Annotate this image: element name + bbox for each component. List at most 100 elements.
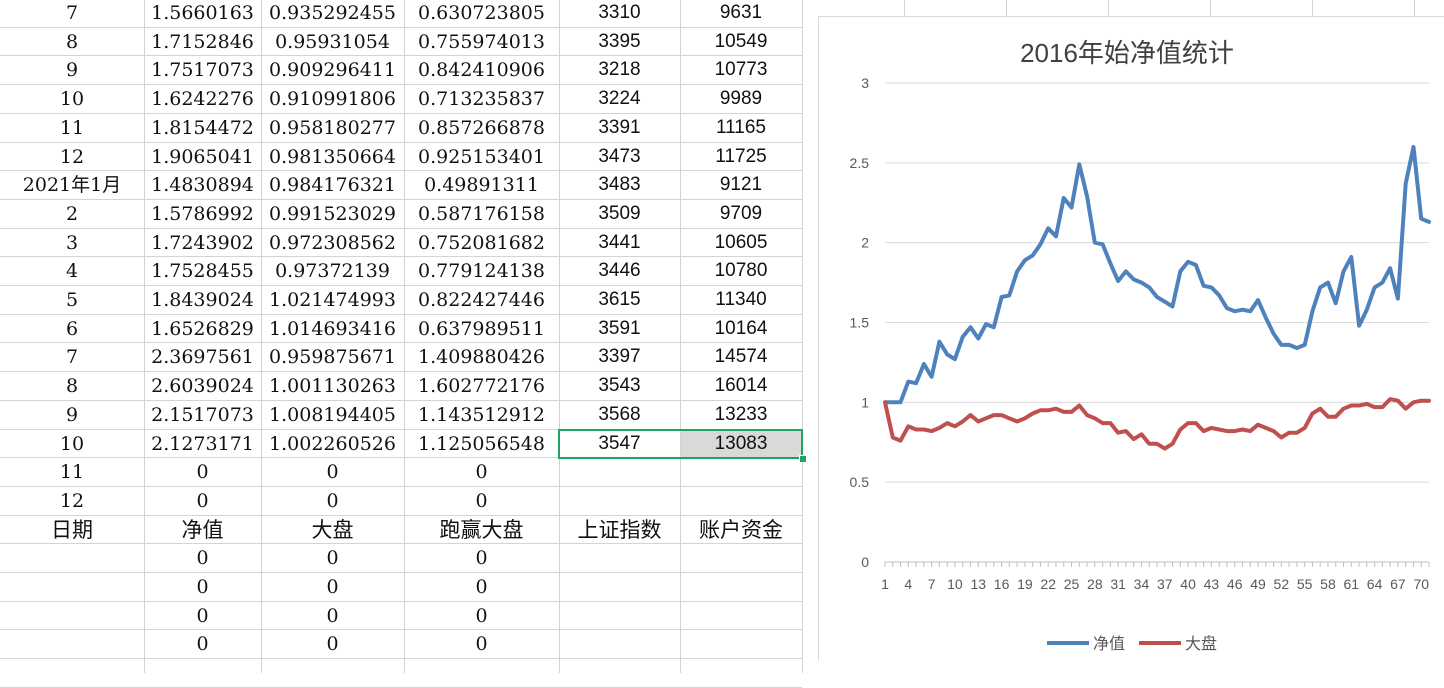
column-header-cell[interactable]: 账户资金 bbox=[680, 516, 802, 545]
table-cell[interactable]: 11340 bbox=[680, 286, 802, 315]
table-cell[interactable]: 0.95931054 bbox=[261, 28, 404, 57]
table-cell[interactable]: 14574 bbox=[680, 343, 802, 372]
table-cell[interactable]: 11725 bbox=[680, 143, 802, 172]
table-cell[interactable]: 1.8439024 bbox=[144, 286, 261, 315]
table-cell[interactable]: 3473 bbox=[559, 143, 680, 172]
table-cell[interactable]: 1.9065041 bbox=[144, 143, 261, 172]
table-cell[interactable]: 0 bbox=[144, 487, 261, 516]
table-cell[interactable]: 0.909296411 bbox=[261, 56, 404, 85]
table-cell[interactable]: 1.4830894 bbox=[144, 171, 261, 200]
table-cell[interactable]: 3568 bbox=[559, 401, 680, 430]
table-cell[interactable]: 0 bbox=[261, 544, 404, 573]
table-cell[interactable]: 9 bbox=[0, 56, 144, 85]
table-cell[interactable] bbox=[0, 544, 144, 573]
table-cell[interactable] bbox=[559, 544, 680, 573]
table-cell[interactable]: 10605 bbox=[680, 229, 802, 258]
table-cell[interactable]: 3543 bbox=[559, 372, 680, 401]
table-cell[interactable] bbox=[680, 487, 802, 516]
table-cell[interactable]: 0 bbox=[404, 487, 559, 516]
table-cell[interactable]: 6 bbox=[0, 315, 144, 344]
table-cell[interactable]: 3218 bbox=[559, 56, 680, 85]
table-cell[interactable]: 0.857266878 bbox=[404, 114, 559, 143]
table-cell[interactable]: 0.958180277 bbox=[261, 114, 404, 143]
table-cell[interactable]: 3509 bbox=[559, 200, 680, 229]
table-cell[interactable]: 3310 bbox=[559, 0, 680, 28]
table-cell[interactable]: 0.935292455 bbox=[261, 0, 404, 28]
table-cell[interactable] bbox=[559, 458, 680, 487]
fill-handle[interactable] bbox=[799, 455, 807, 464]
table-cell[interactable]: 1.7528455 bbox=[144, 257, 261, 286]
table-cell[interactable]: 1.143512912 bbox=[404, 401, 559, 430]
table-cell[interactable]: 0 bbox=[404, 458, 559, 487]
table-cell[interactable]: 12 bbox=[0, 143, 144, 172]
table-cell[interactable]: 16014 bbox=[680, 372, 802, 401]
table-cell[interactable]: 1.5786992 bbox=[144, 200, 261, 229]
chart-object[interactable]: 2016年始净值统计 0 0.5 1 1.5 2 2.5 3 1 4 7 10 13 16 19 22 25 28… bbox=[818, 16, 1444, 661]
table-cell[interactable]: 11 bbox=[0, 458, 144, 487]
table-cell[interactable]: 11 bbox=[0, 114, 144, 143]
table-cell[interactable]: 1.6526829 bbox=[144, 315, 261, 344]
table-cell[interactable]: 0 bbox=[144, 544, 261, 573]
table-cell[interactable]: 9 bbox=[0, 401, 144, 430]
table-cell[interactable]: 0 bbox=[144, 630, 261, 659]
table-cell[interactable]: 0.779124138 bbox=[404, 257, 559, 286]
table-cell[interactable]: 3483 bbox=[559, 171, 680, 200]
table-cell[interactable]: 10164 bbox=[680, 315, 802, 344]
table-cell[interactable]: 0.959875671 bbox=[261, 343, 404, 372]
table-cell[interactable]: 1.7243902 bbox=[144, 229, 261, 258]
column-header-cell[interactable]: 大盘 bbox=[261, 516, 404, 545]
column-header-cell[interactable]: 跑赢大盘 bbox=[404, 516, 559, 545]
table-cell[interactable]: 2.1517073 bbox=[144, 401, 261, 430]
table-cell[interactable]: 9989 bbox=[680, 85, 802, 114]
table-cell[interactable] bbox=[680, 458, 802, 487]
table-cell[interactable]: 2 bbox=[0, 200, 144, 229]
table-cell[interactable]: 0.925153401 bbox=[404, 143, 559, 172]
table-cell[interactable]: 3615 bbox=[559, 286, 680, 315]
table-cell[interactable]: 0.49891311 bbox=[404, 171, 559, 200]
column-header-cell[interactable]: 日期 bbox=[0, 516, 144, 545]
table-cell[interactable]: 2021年1月 bbox=[0, 171, 144, 200]
table-cell[interactable]: 3591 bbox=[559, 315, 680, 344]
table-cell[interactable]: 0 bbox=[261, 602, 404, 631]
table-cell[interactable]: 3441 bbox=[559, 229, 680, 258]
table-cell[interactable]: 11165 bbox=[680, 114, 802, 143]
table-cell[interactable]: 10549 bbox=[680, 28, 802, 57]
table-cell[interactable]: 1.6242276 bbox=[144, 85, 261, 114]
table-cell[interactable]: 0.752081682 bbox=[404, 229, 559, 258]
table-cell[interactable] bbox=[680, 573, 802, 602]
table-cell[interactable]: 1.008194405 bbox=[261, 401, 404, 430]
table-cell[interactable]: 0.822427446 bbox=[404, 286, 559, 315]
table-cell[interactable] bbox=[0, 573, 144, 602]
table-cell[interactable]: 1.014693416 bbox=[261, 315, 404, 344]
table-cell[interactable]: 0.637989511 bbox=[404, 315, 559, 344]
table-cell[interactable]: 8 bbox=[0, 372, 144, 401]
table-cell[interactable]: 0.984176321 bbox=[261, 171, 404, 200]
table-cell[interactable]: 0 bbox=[404, 602, 559, 631]
table-cell[interactable]: 0.97372139 bbox=[261, 257, 404, 286]
table-cell[interactable]: 1.7152846 bbox=[144, 28, 261, 57]
table-cell[interactable]: 0.981350664 bbox=[261, 143, 404, 172]
table-cell[interactable]: 1.021474993 bbox=[261, 286, 404, 315]
table-cell[interactable] bbox=[680, 602, 802, 631]
table-cell[interactable]: 0.910991806 bbox=[261, 85, 404, 114]
table-cell[interactable]: 2.3697561 bbox=[144, 343, 261, 372]
table-cell[interactable]: 9631 bbox=[680, 0, 802, 28]
table-cell[interactable]: 3391 bbox=[559, 114, 680, 143]
table-cell[interactable]: 0.842410906 bbox=[404, 56, 559, 85]
table-cell[interactable] bbox=[0, 630, 144, 659]
table-cell[interactable]: 0.587176158 bbox=[404, 200, 559, 229]
table-cell[interactable]: 0 bbox=[261, 573, 404, 602]
table-cell[interactable]: 1.602772176 bbox=[404, 372, 559, 401]
table-cell[interactable] bbox=[559, 573, 680, 602]
table-cell[interactable]: 12 bbox=[0, 487, 144, 516]
table-cell[interactable]: 1.7517073 bbox=[144, 56, 261, 85]
table-cell[interactable]: 10780 bbox=[680, 257, 802, 286]
table-cell[interactable]: 0 bbox=[404, 573, 559, 602]
table-cell[interactable]: 1.002260526 bbox=[261, 430, 404, 459]
table-cell[interactable]: 1.5660163 bbox=[144, 0, 261, 28]
table-cell[interactable]: 0 bbox=[261, 458, 404, 487]
table-cell[interactable]: 8 bbox=[0, 28, 144, 57]
table-cell[interactable]: 0 bbox=[144, 458, 261, 487]
table-cell[interactable]: 10 bbox=[0, 430, 144, 459]
column-header-cell[interactable]: 上证指数 bbox=[559, 516, 680, 545]
